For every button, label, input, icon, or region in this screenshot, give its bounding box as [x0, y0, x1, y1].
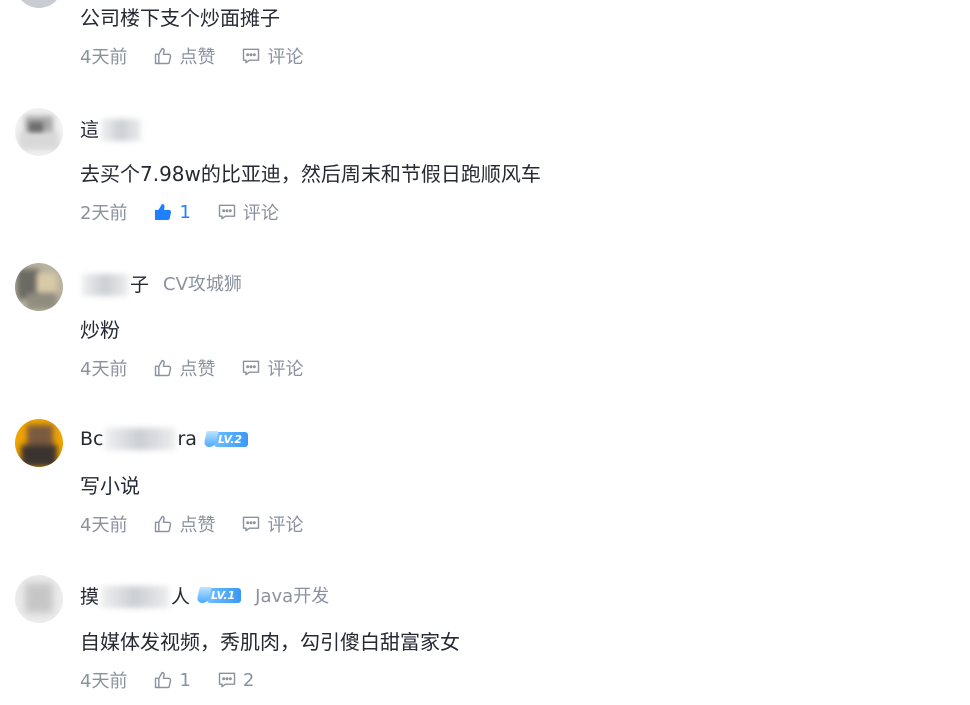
level-label: LV.2 [213, 431, 249, 447]
like-button[interactable]: 点赞 [153, 355, 215, 381]
user-name-row: 摸人 LV.1 Java开发 [80, 582, 329, 608]
thumbs-up-icon [155, 204, 172, 220]
user-name[interactable]: 子 [80, 270, 149, 297]
reply-button[interactable]: 评论 [241, 43, 303, 69]
user-name-row: 子 CV攻城狮 [80, 270, 242, 296]
comment-time: 2天前 [80, 203, 128, 224]
comment-actions: 4天前 点赞 评论 [80, 44, 303, 68]
like-label: 点赞 [179, 47, 216, 68]
comment-content: 炒粉 [80, 318, 120, 342]
thumbs-up-icon [155, 671, 172, 689]
avatar[interactable] [15, 108, 63, 156]
user-name[interactable]: 摸人 [80, 582, 190, 609]
comment-bubble-icon [243, 516, 260, 532]
comment-time: 4天前 [80, 671, 128, 692]
comment-label: 评论 [242, 203, 279, 224]
comment-content: 公司楼下支个炒面摊子 [80, 6, 280, 30]
thumbs-up-icon [155, 515, 172, 533]
reply-button[interactable]: 评论 [217, 199, 279, 225]
user-title: CV攻城狮 [163, 274, 242, 295]
comment-label: 评论 [267, 515, 304, 536]
like-button[interactable]: 1 [153, 201, 191, 223]
like-label: 点赞 [179, 359, 216, 380]
user-title: Java开发 [255, 586, 330, 607]
comment-label: 评论 [267, 359, 304, 380]
like-button[interactable]: 点赞 [153, 511, 215, 537]
avatar[interactable] [15, 0, 63, 8]
comment-content: 写小说 [80, 474, 140, 498]
comment-bubble-icon [243, 48, 260, 64]
like-count: 1 [179, 669, 191, 691]
avatar[interactable] [15, 263, 63, 311]
thumbs-up-icon [155, 359, 172, 377]
user-name-row: 這 [80, 115, 143, 141]
comment-content: 自媒体发视频，秀肌肉，勾引傻白甜富家女 [80, 630, 460, 654]
like-button[interactable]: 1 [153, 669, 191, 691]
like-label: 点赞 [179, 515, 216, 536]
comment-label: 评论 [267, 47, 304, 68]
level-badge: LV.2 [203, 430, 249, 448]
user-name-row: Bc ra LV.2 [80, 426, 249, 452]
comment-content: 去买个7.98w的比亚迪，然后周末和节假日跑顺风车 [80, 162, 541, 186]
comment-bubble-icon [218, 672, 236, 688]
comment-actions: 2天前 1 评论 [80, 199, 279, 225]
thumbs-up-icon [155, 47, 172, 65]
user-name[interactable]: 這 [80, 115, 143, 142]
comment-bubble-icon [243, 360, 260, 376]
level-badge: LV.1 [196, 586, 242, 604]
comment-time: 4天前 [80, 47, 128, 68]
comment-time: 4天前 [80, 515, 128, 536]
comment-actions: 4天前 1 2 [80, 668, 254, 693]
comment-time: 4天前 [80, 359, 128, 380]
comment-actions: 4天前 点赞 评论 [80, 512, 303, 536]
like-button[interactable]: 点赞 [153, 43, 215, 69]
user-name[interactable]: Bc ra [80, 428, 197, 451]
avatar[interactable] [15, 575, 63, 623]
like-count: 1 [179, 201, 191, 223]
reply-count: 2 [242, 669, 255, 691]
level-label: LV.1 [207, 587, 242, 603]
avatar[interactable] [15, 419, 63, 467]
reply-button[interactable]: 评论 [241, 355, 303, 381]
reply-button[interactable]: 评论 [241, 511, 303, 537]
comment-actions: 4天前 点赞 评论 [80, 356, 303, 380]
comment-bubble-icon [218, 204, 236, 220]
reply-button[interactable]: 2 [217, 670, 254, 691]
